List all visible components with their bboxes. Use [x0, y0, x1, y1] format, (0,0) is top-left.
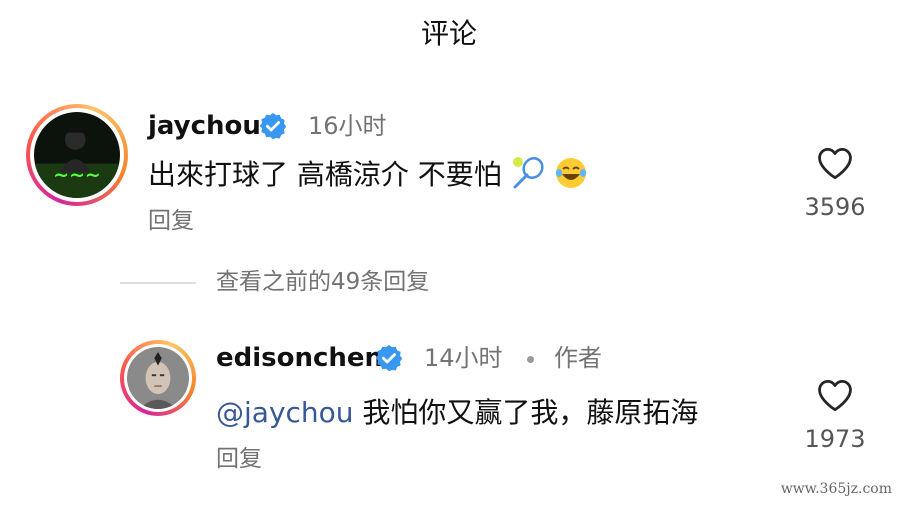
verified-badge-icon — [259, 112, 287, 140]
avatar-image: ~~~ — [34, 112, 120, 198]
comment-username[interactable]: jaychou — [148, 110, 261, 142]
like-count: 3596 — [804, 193, 866, 221]
replies-divider — [120, 282, 196, 284]
heart-outline-icon[interactable] — [816, 146, 854, 180]
separator-dot — [527, 356, 534, 363]
verified-badge-icon — [375, 344, 403, 372]
avatar-image — [127, 347, 189, 409]
author-badge: 作者 — [554, 344, 602, 372]
reply-text: @jaychou 我怕你又赢了我，藤原拓海 — [216, 394, 698, 432]
view-previous-replies-link[interactable]: 查看之前的49条回复 — [216, 267, 429, 297]
reply-button[interactable]: 回复 — [216, 444, 262, 474]
mention-link[interactable]: @jaychou — [216, 396, 354, 429]
tennis-racket-icon — [512, 157, 544, 189]
avatar-jaychou[interactable]: ~~~ — [26, 104, 128, 206]
laughing-tears-emoji — [555, 158, 586, 188]
avatar-edisonchen[interactable] — [120, 340, 196, 416]
reply-body: 我怕你又赢了我，藤原拓海 — [353, 396, 699, 429]
reply-time: 14小时 — [424, 344, 503, 372]
heart-outline-icon[interactable] — [816, 378, 854, 412]
comment-text: 出來打球了 高橋涼介 不要怕 — [148, 156, 588, 194]
reply-username[interactable]: edisonchen — [216, 342, 383, 374]
watermark: www.365jz.com — [780, 481, 892, 497]
like-count: 1973 — [804, 425, 866, 453]
page-title: 评论 — [420, 17, 477, 50]
comment-body: 出來打球了 高橋涼介 不要怕 — [148, 158, 502, 191]
reply-button[interactable]: 回复 — [148, 206, 194, 236]
comment-time: 16小时 — [308, 112, 387, 140]
